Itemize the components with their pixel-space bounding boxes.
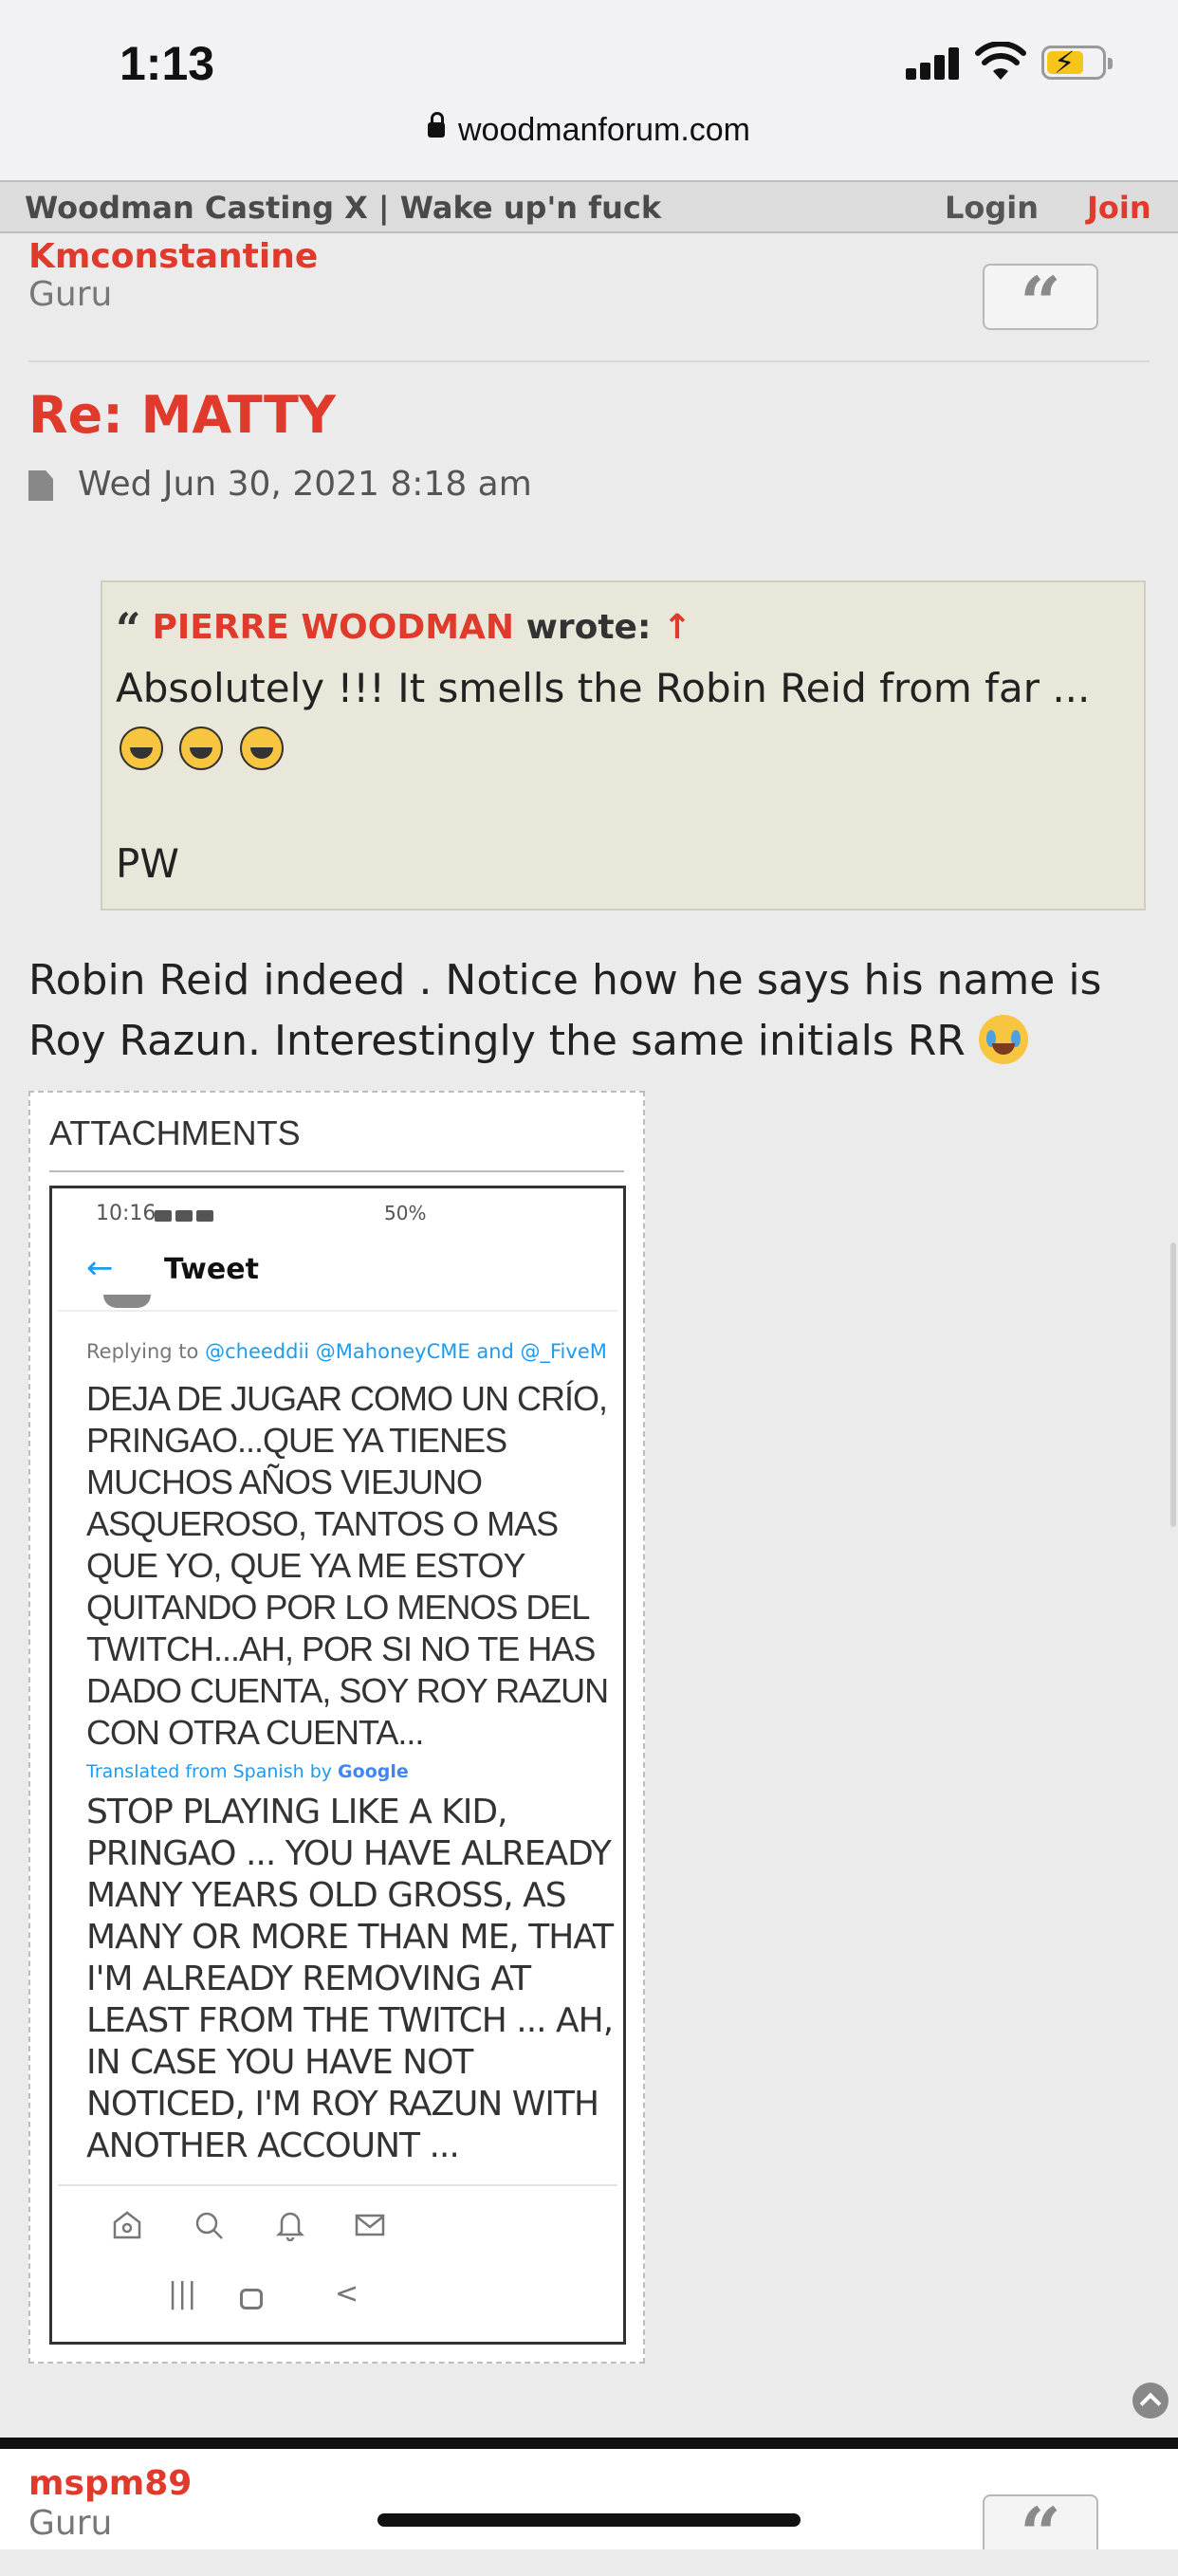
avatar — [103, 1295, 151, 1308]
quote-icon: “ — [1020, 2492, 1061, 2576]
quote-mark-icon: “ — [116, 603, 141, 654]
post-body-text: Robin Reid indeed . Notice how he says h… — [28, 956, 1102, 1065]
tears-of-joy-emoji-icon — [978, 1015, 1028, 1064]
forum-title[interactable]: Woodman Casting X | Wake up'n fuck — [25, 190, 661, 226]
replying-prefix: Replying to — [86, 1340, 199, 1363]
quote-author[interactable]: PIERRE WOODMAN — [152, 608, 514, 647]
next-post-rank: Guru — [28, 2504, 113, 2543]
tweet-header: Tweet — [164, 1253, 259, 1286]
google-logo: Google — [338, 1761, 409, 1782]
status-time: 1:13 — [120, 37, 215, 90]
search-icon — [195, 2212, 223, 2239]
scrollbar[interactable] — [1170, 1242, 1176, 1527]
phone-notification-icons — [155, 1207, 217, 1225]
attachment-image[interactable]: 10:16 50% ← Tweet Replying to @cheeddii … — [49, 1186, 626, 2345]
phone-time: 10:16 — [96, 1202, 156, 1225]
replying-handles: @cheeddii @MahoneyCME and @_FiveM — [205, 1340, 607, 1363]
divider — [28, 360, 1150, 362]
next-post-username[interactable]: mspm89 — [28, 2464, 192, 2503]
post-author-rank: Guru — [28, 275, 113, 314]
quote-button[interactable]: “ — [983, 264, 1098, 340]
attachments-label: ATTACHMENTS — [49, 1113, 301, 1152]
quote-text: Absolutely !!! It smells the Robin Reid … — [116, 665, 1091, 711]
url-text: woodmanforum.com — [457, 112, 750, 148]
quote-jump-arrow-icon[interactable]: ↑ — [663, 608, 691, 647]
scroll-to-top-icon[interactable] — [1132, 2383, 1169, 2419]
quote-icon: “ — [1020, 261, 1061, 345]
status-bar: 1:13 ⚡ woodmanforum.com — [0, 0, 1178, 180]
quoted-message: “ PIERRE WOODMAN wrote: ↑ Absolutely !!! … — [101, 580, 1146, 911]
translated-label: Translated from Spanish by Google — [86, 1761, 409, 1782]
replying-to: Replying to @cheeddii @MahoneyCME and @_… — [86, 1340, 607, 1363]
divider — [58, 1310, 617, 1312]
back-arrow-icon: ← — [86, 1249, 114, 1287]
wifi-icon — [975, 42, 1026, 80]
grinning-sweat-emoji-icon — [120, 727, 163, 770]
recent-apps-icon: ||| — [168, 2277, 197, 2310]
post-separator — [0, 2438, 1178, 2449]
back-nav-icon: < — [335, 2277, 359, 2310]
quote-button[interactable]: “ — [983, 2494, 1098, 2570]
battery-charging-icon: ⚡ — [1041, 46, 1113, 80]
forum-header: Woodman Casting X | Wake up'n fuck Login… — [0, 180, 1178, 233]
cellular-signal-icon — [906, 46, 963, 80]
attachments-box: ATTACHMENTS 10:16 50% ← Tweet Replying t… — [28, 1091, 645, 2364]
quote-wrote: wrote: — [525, 608, 652, 647]
lock-icon — [427, 112, 445, 138]
translated-prefix: Translated from Spanish by — [86, 1761, 332, 1782]
post-title[interactable]: Re: MATTY — [28, 385, 336, 445]
quote-header: “ PIERRE WOODMAN wrote: ↑ — [116, 603, 691, 654]
grinning-sweat-emoji-icon — [179, 727, 224, 770]
grinning-sweat-emoji-icon — [239, 727, 284, 770]
home-indicator[interactable] — [377, 2513, 801, 2527]
bell-icon — [275, 2212, 305, 2241]
home-icon — [113, 2211, 141, 2239]
url-bar[interactable]: woodmanforum.com — [0, 112, 1178, 149]
login-link[interactable]: Login — [945, 190, 1039, 226]
join-link[interactable]: Join — [1087, 190, 1151, 226]
divider — [58, 2184, 617, 2186]
tweet-spanish-text: DEJA DE JUGAR COMO UN CRÍO, PRINGAO...QU… — [86, 1379, 609, 1752]
quote-signature: PW — [116, 840, 179, 887]
attachments-divider — [49, 1170, 624, 1172]
phone-battery-status: 50% — [384, 1202, 427, 1224]
quote-text-block: Absolutely !!! It smells the Robin Reid … — [116, 658, 1131, 780]
post-body: Robin Reid indeed . Notice how he says h… — [28, 950, 1148, 1072]
post-author-username[interactable]: Kmconstantine — [28, 237, 318, 276]
home-button-icon — [240, 2289, 263, 2309]
tweet-english-text: STOP PLAYING LIKE A KID, PRINGAO ... YOU… — [86, 1793, 614, 2165]
post-date: Wed Jun 30, 2021 8:18 am — [78, 465, 532, 504]
mail-icon — [355, 2214, 385, 2236]
post-file-icon[interactable] — [28, 470, 53, 501]
